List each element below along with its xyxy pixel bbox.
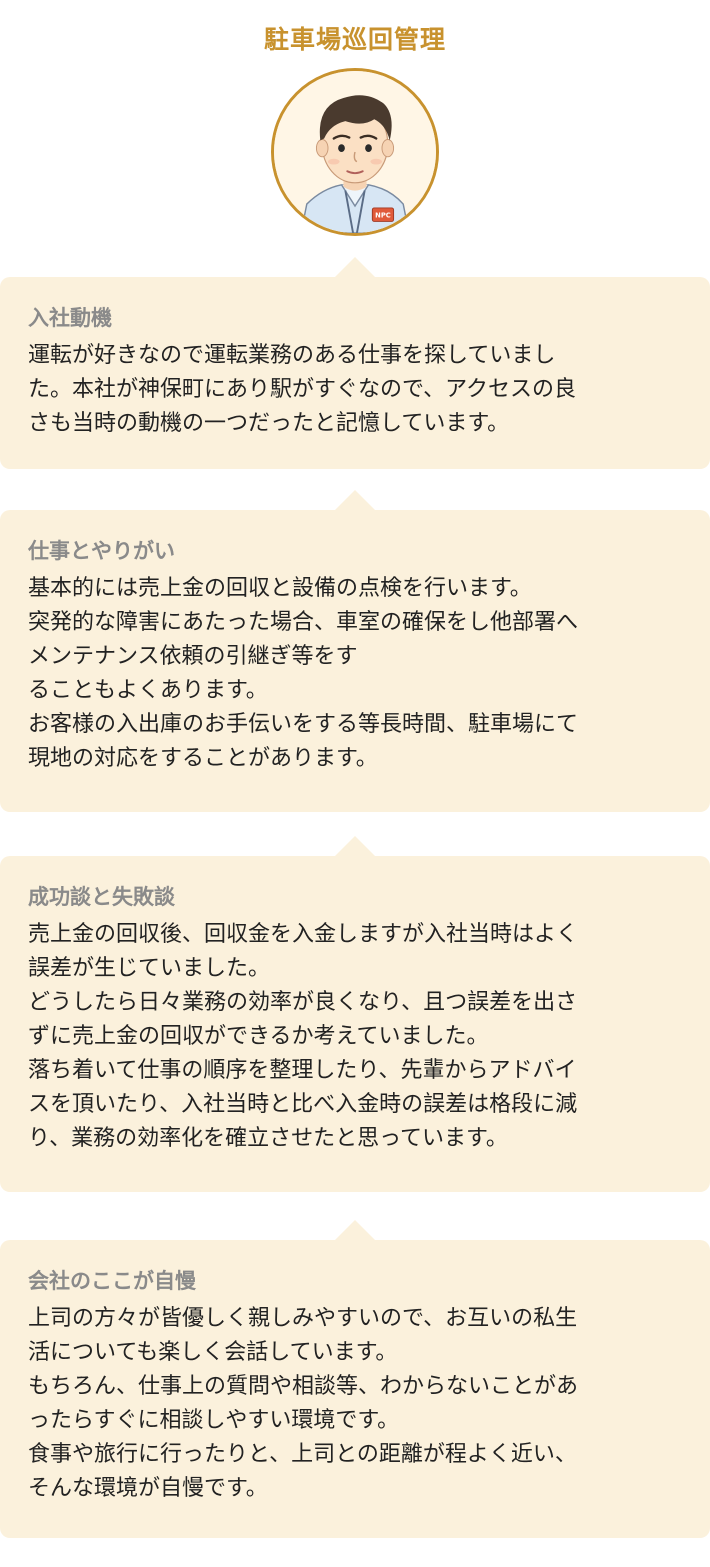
page-title: 駐車場巡回管理 [263,25,446,54]
section-card-company-pride: 会社のここが自慢 上司の方々が皆優しく親しみやすいので、お互いの私生 活について… [0,1220,710,1538]
section-heading: 成功談と失敗談 [28,885,175,909]
badge-text: NPC [375,212,391,220]
section-heading: 入社動機 [28,306,112,330]
section-body: 運転が好きなので運転業務のある仕事を探していまし た。本社が神保町にあり駅がすぐ… [28,343,577,436]
section-body: 上司の方々が皆優しく親しみやすいので、お互いの私生 活についても楽しく会話してい… [28,1306,579,1501]
section-heading: 会社のここが自慢 [28,1269,196,1293]
section-heading: 仕事とやりがい [28,539,175,563]
section-card-stories: 成功談と失敗談 売上金の回収後、回収金を入金しますが入社当時はよく 誤差が生じて… [0,836,710,1192]
section-body: 売上金の回収後、回収金を入金しますが入社当時はよく 誤差が生じていました。 どう… [28,922,579,1151]
section-body: 基本的には売上金の回収と設備の点検を行います。 突発的な障害にあたった場合、車室… [28,576,579,771]
avatar: NPC [271,68,439,236]
section-card-work: 仕事とやりがい 基本的には売上金の回収と設備の点検を行います。 突発的な障害にあ… [0,490,710,812]
staff-portrait-illustration: NPC [274,71,436,233]
section-card-motivation: 入社動機 運転が好きなので運転業務のある仕事を探していまし た。本社が神保町にあ… [0,257,710,469]
